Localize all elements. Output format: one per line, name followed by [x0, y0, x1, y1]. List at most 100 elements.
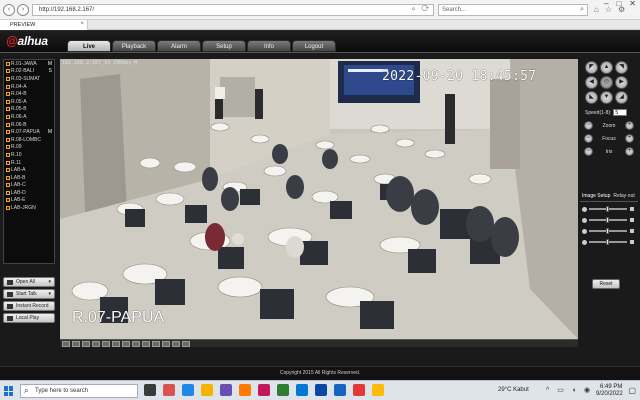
channel-item[interactable]: R.11	[4, 159, 54, 167]
search-input[interactable]: Search... ⌕	[438, 4, 588, 16]
ptz-up-right-icon[interactable]: ◥	[615, 61, 628, 74]
left-control-button[interactable]: Start Talk ▾	[3, 289, 55, 299]
notification-icon[interactable]: ▢	[628, 386, 636, 395]
aspect-ratio-icon[interactable]	[112, 341, 120, 347]
reset-button[interactable]: Reset	[592, 279, 620, 289]
channel-list[interactable]: R.01-JAWA M R.02-BALI S R.03-SUMAT R.04-A R.04…	[3, 59, 55, 264]
ptz-down-right-icon[interactable]: ◢	[615, 91, 628, 104]
chrome-icon[interactable]	[372, 384, 384, 396]
back-icon[interactable]: ‹	[3, 4, 15, 16]
maximize-icon[interactable]: □	[616, 0, 621, 8]
focus-out-icon[interactable]: −	[584, 134, 593, 143]
file-explorer-icon[interactable]	[201, 384, 213, 396]
weather-widget[interactable]: 29°C Kabut	[498, 387, 529, 393]
refresh-icon[interactable]: ⌕ ⟳	[412, 6, 431, 14]
channel-item[interactable]: R.02-BALI S	[4, 68, 54, 76]
left-control-button[interactable]: Instant Record	[3, 301, 55, 311]
saturation-slider[interactable]	[580, 227, 638, 235]
tab-logout[interactable]: Logout	[292, 40, 336, 52]
close-icon[interactable]: ✕	[629, 0, 636, 8]
tab-info[interactable]: Info	[247, 40, 291, 52]
brightness-reset-icon[interactable]	[630, 207, 634, 211]
tab-relay-out[interactable]: Relay-out	[613, 193, 634, 201]
search-icon[interactable]: ⌕	[580, 6, 584, 14]
home-icon[interactable]: ⌂	[594, 5, 599, 14]
store-icon[interactable]	[220, 384, 232, 396]
zoom-icon[interactable]	[162, 341, 170, 347]
minimize-icon[interactable]: –	[604, 0, 608, 8]
app-icon-4[interactable]	[296, 384, 308, 396]
channel-item[interactable]: R.07-PAPUA M	[4, 128, 54, 136]
ptz-up-icon[interactable]: ▲	[600, 61, 613, 74]
layout-9-icon[interactable]	[82, 341, 90, 347]
hue-slider[interactable]	[580, 238, 638, 246]
channel-item[interactable]: R.04-B	[4, 90, 54, 98]
fullscreen-icon[interactable]	[102, 341, 110, 347]
app-icon[interactable]	[163, 384, 175, 396]
clock-date[interactable]: 9/20/2022	[596, 391, 623, 397]
channel-item[interactable]: R.06-A	[4, 113, 54, 121]
left-control-button[interactable]: Local Play	[3, 313, 55, 323]
saturation-reset-icon[interactable]	[630, 229, 634, 233]
firefox-icon[interactable]	[239, 384, 251, 396]
tab-setup[interactable]: Setup	[202, 40, 246, 52]
layout-1-icon[interactable]	[62, 341, 70, 347]
focus-in-icon[interactable]: +	[625, 134, 634, 143]
chevron-down-icon[interactable]: ▾	[48, 279, 51, 285]
zoom-out-icon[interactable]: −	[584, 121, 593, 130]
stream-sub-icon[interactable]	[152, 341, 160, 347]
channel-item[interactable]: LAB-D	[4, 189, 54, 197]
tab-close-icon[interactable]: ×	[80, 21, 84, 27]
live-video[interactable]: 192.168.2.167_10_29Kbps_M 2022-09-20 18:…	[60, 59, 578, 339]
stream-main-icon[interactable]	[142, 341, 150, 347]
app-icon-2[interactable]	[258, 384, 270, 396]
ptz-left-icon[interactable]: ◀	[585, 76, 598, 89]
app-icon-5[interactable]	[334, 384, 346, 396]
channel-item[interactable]: R.10	[4, 151, 54, 159]
address-bar[interactable]: http://192.168.2.167/ ⌕ ⟳	[32, 4, 434, 16]
forward-icon[interactable]: ›	[17, 4, 29, 16]
task-view-icon[interactable]	[144, 384, 156, 396]
iris-close-icon[interactable]: −	[584, 147, 593, 156]
tab-alarm[interactable]: Alarm	[157, 40, 201, 52]
channel-item[interactable]: R.04-A	[4, 83, 54, 91]
left-control-button[interactable]: Open All ▾	[3, 277, 55, 287]
hue-reset-icon[interactable]	[630, 240, 634, 244]
contrast-slider[interactable]	[580, 216, 638, 224]
windows-start-icon[interactable]	[4, 386, 14, 396]
ptz-right-icon[interactable]: ▶	[615, 76, 628, 89]
channel-item[interactable]: R.05-B	[4, 106, 54, 114]
ptz-auto-icon[interactable]: ◎	[600, 76, 613, 89]
app-icon-6[interactable]	[353, 384, 365, 396]
channel-item[interactable]: LAB-E	[4, 197, 54, 205]
channel-item[interactable]: LAB-B	[4, 174, 54, 182]
clock-time[interactable]: 6:49 PM	[600, 384, 622, 390]
tab-image-setup[interactable]: Image Setup	[582, 193, 610, 201]
layout-4-icon[interactable]	[72, 341, 80, 347]
channel-item[interactable]: LAB-C	[4, 182, 54, 190]
channel-item[interactable]: LAB-A	[4, 166, 54, 174]
close-all-icon[interactable]	[182, 341, 190, 347]
channel-item[interactable]: R.08-LOMBC	[4, 136, 54, 144]
iris-open-icon[interactable]: +	[624, 147, 634, 156]
tab-live[interactable]: Live	[67, 40, 111, 52]
channel-item[interactable]: R.06-B	[4, 121, 54, 129]
brightness-slider[interactable]	[580, 205, 638, 213]
chevron-down-icon[interactable]: ▾	[48, 291, 51, 297]
record-icon[interactable]	[132, 341, 140, 347]
edge-icon[interactable]	[182, 384, 194, 396]
ptz-down-left-icon[interactable]: ◣	[585, 91, 598, 104]
ptz-up-left-icon[interactable]: ◤	[585, 61, 598, 74]
taskbar-search[interactable]: ⌕ Type here to search	[20, 384, 138, 398]
browser-tab[interactable]: PREVIEW ×	[0, 20, 88, 30]
zoom-in-icon[interactable]: +	[625, 121, 634, 130]
tab-playback[interactable]: Playback	[112, 40, 156, 52]
contrast-reset-icon[interactable]	[630, 218, 634, 222]
layout-16-icon[interactable]	[92, 341, 100, 347]
channel-item[interactable]: R.05-A	[4, 98, 54, 106]
ptz-down-icon[interactable]: ▼	[600, 91, 613, 104]
channel-item[interactable]: LAB-JRGN	[4, 204, 54, 212]
channel-item[interactable]: R.09	[4, 144, 54, 152]
channel-item[interactable]: R.01-JAWA M	[4, 60, 54, 68]
audio-icon[interactable]	[172, 341, 180, 347]
